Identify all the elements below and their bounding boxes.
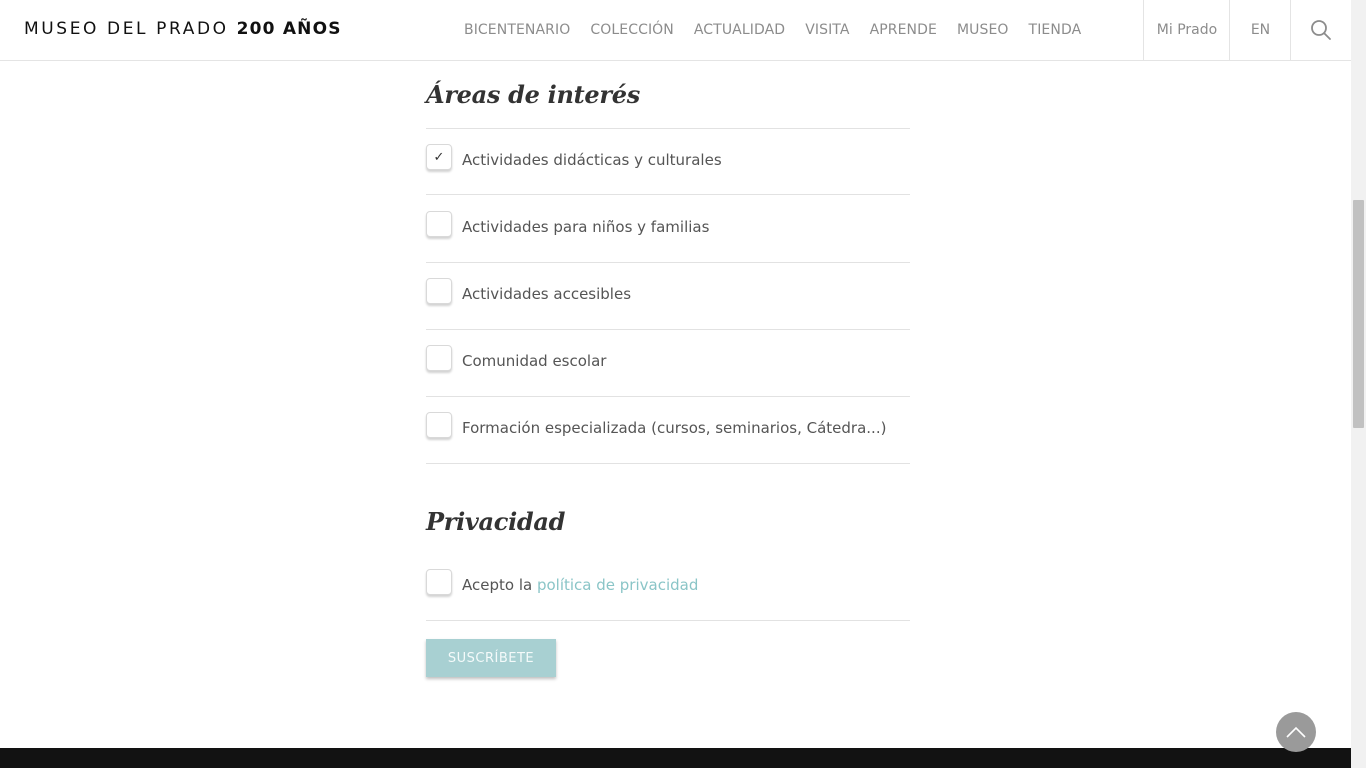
main-nav: BICENTENARIO COLECCIÓN ACTUALIDAD VISITA…: [464, 0, 1101, 60]
interest-label[interactable]: Actividades para niños y familias: [462, 218, 709, 236]
interest-checkbox[interactable]: [426, 412, 452, 438]
site-header: MUSEO DEL PRADO 200 AÑOS BICENTENARIO CO…: [0, 0, 1351, 61]
nav-item-visita[interactable]: VISITA: [805, 22, 849, 38]
logo-bold: 200 AÑOS: [236, 19, 342, 39]
chevron-up-icon: [1286, 726, 1306, 738]
language-switch[interactable]: EN: [1229, 0, 1291, 60]
interest-row[interactable]: ✓ Actividades didácticas y culturales: [426, 128, 910, 195]
site-logo[interactable]: MUSEO DEL PRADO 200 AÑOS: [24, 19, 342, 39]
search-button[interactable]: [1290, 0, 1351, 60]
site-footer: [0, 748, 1351, 768]
back-to-top-button[interactable]: [1276, 712, 1316, 752]
search-icon: [1311, 20, 1331, 40]
interest-row[interactable]: Actividades accesibles: [426, 263, 910, 330]
privacy-title: Privacidad: [426, 507, 566, 536]
account-link[interactable]: Mi Prado: [1143, 0, 1230, 60]
subscribe-button[interactable]: SUSCRÍBETE: [426, 639, 556, 677]
interest-checkbox[interactable]: [426, 345, 452, 371]
interest-row[interactable]: Comunidad escolar: [426, 330, 910, 397]
scrollbar-thumb[interactable]: [1353, 200, 1364, 428]
privacy-row[interactable]: Acepto la política de privacidad: [426, 554, 910, 621]
logo-text: MUSEO DEL PRADO: [24, 19, 229, 39]
nav-item-museo[interactable]: MUSEO: [957, 22, 1009, 38]
privacy-checkbox[interactable]: [426, 569, 452, 595]
interest-label[interactable]: Actividades accesibles: [462, 285, 631, 303]
interest-row[interactable]: Formación especializada (cursos, seminar…: [426, 397, 910, 464]
page-scrollbar[interactable]: [1351, 0, 1366, 768]
nav-item-bicentenario[interactable]: BICENTENARIO: [464, 22, 570, 38]
nav-item-actualidad[interactable]: ACTUALIDAD: [694, 22, 785, 38]
interest-label[interactable]: Actividades didácticas y culturales: [462, 151, 722, 169]
nav-item-tienda[interactable]: TIENDA: [1029, 22, 1082, 38]
interest-row[interactable]: Actividades para niños y familias: [426, 196, 910, 263]
interest-checkbox[interactable]: [426, 211, 452, 237]
interests-title: Áreas de interés: [426, 80, 640, 109]
interest-label[interactable]: Comunidad escolar: [462, 352, 606, 370]
interest-checkbox[interactable]: ✓: [426, 144, 452, 170]
interest-checkbox[interactable]: [426, 278, 452, 304]
privacy-prefix: Acepto la: [462, 576, 533, 594]
interest-label[interactable]: Formación especializada (cursos, seminar…: [462, 419, 886, 437]
nav-item-aprende[interactable]: APRENDE: [870, 22, 937, 38]
checkmark-icon: ✓: [433, 149, 445, 164]
nav-item-coleccion[interactable]: COLECCIÓN: [590, 22, 674, 38]
privacy-policy-link[interactable]: política de privacidad: [537, 576, 698, 594]
privacy-label[interactable]: Acepto la política de privacidad: [462, 576, 698, 594]
